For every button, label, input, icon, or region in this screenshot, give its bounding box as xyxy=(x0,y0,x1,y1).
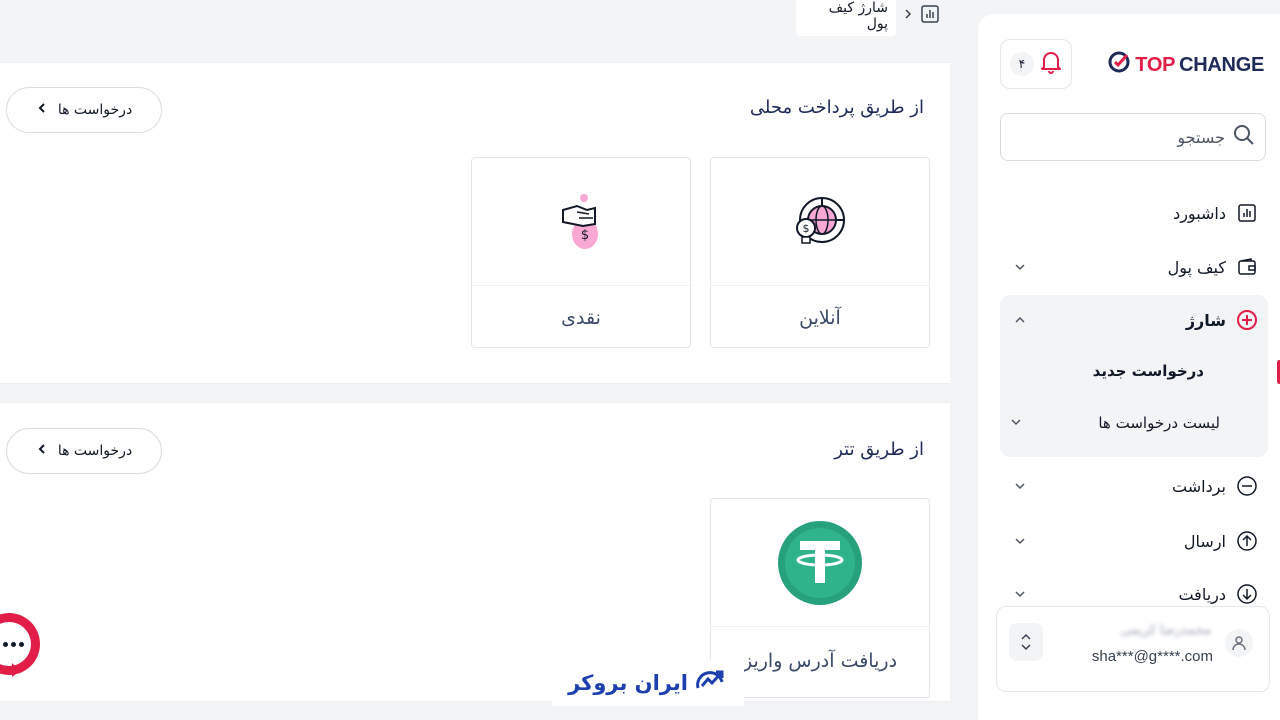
chevron-left-icon xyxy=(36,102,48,118)
sidebar-subitem-label: لیست درخواست ها xyxy=(1098,414,1220,432)
chart-icon xyxy=(1236,202,1258,224)
local-payment-panel: از طریق پرداخت محلی درخواست ها $ آنلاین xyxy=(0,62,950,384)
user-profile-card[interactable]: محمدرضا کریمی sha***@g****.com xyxy=(996,606,1270,692)
sidebar: TOPCHANGE ۴ داشبورد کیف پول شارژ xyxy=(978,14,1280,720)
sidebar-item-label: ارسال xyxy=(1183,531,1226,551)
tether-icon xyxy=(711,499,929,627)
sidebar-item-withdraw[interactable]: برداشت xyxy=(1000,461,1268,511)
chevron-up-icon xyxy=(1010,310,1030,330)
requests-button[interactable]: درخواست ها xyxy=(6,428,162,474)
online-method-card[interactable]: $ آنلاین xyxy=(710,157,930,348)
sidebar-item-label: کیف پول xyxy=(1167,257,1226,277)
wallet-icon xyxy=(1236,256,1258,278)
globe-dollar-icon: $ xyxy=(711,158,929,286)
search-box[interactable] xyxy=(1000,113,1266,161)
iranbroker-watermark: ایران بروکر xyxy=(552,660,744,706)
notifications-button[interactable]: ۴ xyxy=(1000,39,1072,89)
chat-dots-icon xyxy=(0,622,31,666)
user-email: sha***@g****.com xyxy=(1091,648,1213,665)
chevron-down-icon xyxy=(1010,257,1030,277)
sidebar-item-charge[interactable]: شارژ xyxy=(1000,295,1268,345)
search-icon xyxy=(1233,124,1255,150)
user-avatar-icon xyxy=(1225,629,1253,657)
plus-circle-icon xyxy=(1236,309,1258,331)
check-circle-icon xyxy=(1107,50,1131,80)
chart-icon xyxy=(920,4,940,28)
requests-button-label: درخواست ها xyxy=(57,102,133,118)
chevron-left-icon xyxy=(36,443,48,459)
sidebar-item-label: شارژ xyxy=(1185,310,1226,330)
topchange-logo[interactable]: TOP CHANGE xyxy=(1107,50,1264,80)
chat-bubble-tail xyxy=(12,663,20,677)
minus-circle-icon xyxy=(1236,475,1258,497)
tether-panel: از طریق تتر درخواست ها دریافت آدرس واریز xyxy=(0,402,950,702)
logo-top-text: TOP xyxy=(1135,53,1176,76)
cash-hand-icon: $ xyxy=(472,158,690,286)
chevron-down-icon xyxy=(1010,531,1030,551)
online-method-label: آنلاین xyxy=(799,306,841,329)
sidebar-item-send[interactable]: ارسال xyxy=(1000,516,1268,566)
breadcrumb-current[interactable]: شارژ کیف پول xyxy=(796,0,896,36)
requests-button[interactable]: درخواست ها xyxy=(6,87,162,133)
cash-method-label: نقدی xyxy=(561,306,601,329)
expand-collapse-icon[interactable] xyxy=(1009,623,1043,661)
logo-change-text: CHANGE xyxy=(1179,53,1264,76)
chevron-down-icon xyxy=(1010,414,1022,432)
sidebar-item-wallet[interactable]: کیف پول xyxy=(1000,242,1268,292)
trend-chart-icon xyxy=(694,666,728,700)
watermark-text: ایران بروکر xyxy=(568,671,688,695)
sidebar-item-label: داشبورد xyxy=(1173,203,1226,223)
svg-text:$: $ xyxy=(581,228,589,243)
user-name: محمدرضا کریمی xyxy=(1120,623,1211,638)
sidebar-subitem-new-request[interactable]: درخواست جدید xyxy=(1000,348,1280,394)
sidebar-item-label: دریافت xyxy=(1178,584,1226,604)
cash-method-card[interactable]: $ نقدی xyxy=(471,157,691,348)
chevron-down-icon xyxy=(1010,476,1030,496)
requests-button-label: درخواست ها xyxy=(57,443,133,459)
notifications-count: ۴ xyxy=(1010,52,1034,76)
charge-group: شارژ درخواست جدید لیست درخواست ها xyxy=(1000,295,1280,457)
bell-icon xyxy=(1040,50,1062,78)
arrow-down-circle-icon xyxy=(1236,583,1258,605)
sidebar-subitem-request-list[interactable]: لیست درخواست ها xyxy=(1000,400,1268,446)
chevron-down-icon xyxy=(1010,584,1030,604)
panel-title: از طریق تتر xyxy=(834,439,924,460)
svg-text:$: $ xyxy=(803,222,810,235)
breadcrumb: شارژ کیف پول xyxy=(788,0,948,36)
arrow-up-circle-icon xyxy=(1236,530,1258,552)
sidebar-subitem-label: درخواست جدید xyxy=(1092,362,1204,380)
sidebar-item-label: برداشت xyxy=(1172,476,1226,496)
panel-title: از طریق پرداخت محلی xyxy=(749,97,924,118)
sidebar-item-dashboard[interactable]: داشبورد xyxy=(1000,188,1268,238)
chevron-right-icon xyxy=(902,8,914,24)
search-input[interactable] xyxy=(1025,127,1225,147)
